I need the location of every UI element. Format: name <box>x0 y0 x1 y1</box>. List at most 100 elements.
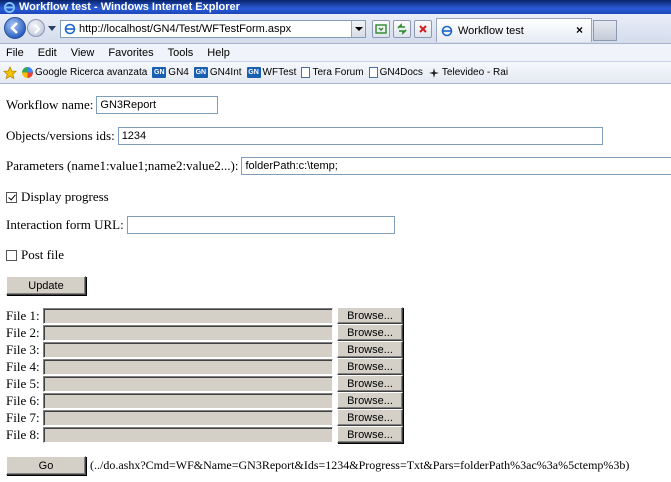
browse-button[interactable]: Browse... <box>337 358 403 375</box>
workflow-name-label: Workflow name: <box>6 97 94 112</box>
file-path-input[interactable] <box>43 426 333 443</box>
address-bar[interactable] <box>60 20 366 38</box>
gn-icon: GN <box>193 67 208 78</box>
parameters-input[interactable] <box>241 157 671 175</box>
tab-workflow-test[interactable]: Workflow test × <box>436 18 592 42</box>
favorites-star-icon[interactable] <box>3 65 17 80</box>
go-button[interactable]: Go <box>6 456 86 475</box>
browse-button[interactable]: Browse... <box>337 341 403 358</box>
interaction-url-input[interactable] <box>126 216 395 234</box>
tab-label: Workflow test <box>458 24 524 37</box>
file-path-input[interactable] <box>43 341 333 358</box>
address-dropdown-button[interactable] <box>351 21 365 37</box>
interaction-url-row: Interaction form URL: <box>6 216 395 234</box>
menu-help[interactable]: Help <box>207 47 230 59</box>
google-icon <box>22 67 33 78</box>
favorite-link-tera-forum[interactable]: Tera Forum <box>301 67 364 78</box>
page-content: Workflow name: Objects/versions ids: Par… <box>0 85 671 482</box>
file-row: File 7: Browse... <box>6 409 403 426</box>
file-label: File 5: <box>6 375 40 391</box>
favorite-link-label: Tera Forum <box>312 67 364 78</box>
favorite-link-wftest[interactable]: GN WFTest <box>246 67 297 78</box>
gn-icon: GN <box>246 67 261 78</box>
favorite-link-gn4[interactable]: GN GN4 <box>152 67 189 78</box>
file-row: File 2: Browse... <box>6 324 403 341</box>
back-button[interactable] <box>4 17 26 39</box>
recent-pages-dropdown-icon[interactable] <box>48 26 56 31</box>
menu-tools[interactable]: Tools <box>168 47 194 59</box>
browse-button[interactable]: Browse... <box>337 409 403 426</box>
browse-button[interactable]: Browse... <box>337 375 403 392</box>
file-path-input[interactable] <box>43 392 333 409</box>
compatibility-icon <box>375 24 387 34</box>
browse-button[interactable]: Browse... <box>337 426 403 443</box>
menu-file[interactable]: File <box>6 47 24 59</box>
menu-bar: File Edit View Favorites Tools Help <box>0 44 671 62</box>
menu-favorites[interactable]: Favorites <box>108 47 153 59</box>
update-button[interactable]: Update <box>6 276 86 295</box>
display-progress-checkbox[interactable] <box>6 191 17 203</box>
file-label: File 2: <box>6 324 40 340</box>
parameters-row: Parameters (name1:value1;name2:value2...… <box>6 157 671 175</box>
stop-button[interactable] <box>414 20 432 38</box>
file-label: File 3: <box>6 341 40 357</box>
browse-button[interactable]: Browse... <box>337 324 403 341</box>
favorite-link-google[interactable]: Google Ricerca avanzata <box>22 67 147 78</box>
file-path-input[interactable] <box>43 409 333 426</box>
menu-edit[interactable]: Edit <box>38 47 57 59</box>
window-title-bar: Workflow test - Windows Internet Explore… <box>0 0 671 14</box>
file-path-input[interactable] <box>43 307 333 324</box>
ie-page-icon <box>64 23 76 35</box>
gn-icon: GN <box>152 67 167 78</box>
file-label: File 8: <box>6 426 40 442</box>
file-path-input[interactable] <box>43 375 333 392</box>
post-file-checkbox[interactable] <box>6 249 17 261</box>
favorite-link-gn4int[interactable]: GN GN4Int <box>193 67 242 78</box>
post-file-row: Post file <box>6 247 64 263</box>
address-input[interactable] <box>79 23 349 35</box>
result-url-text: (../do.ashx?Cmd=WF&Name=GN3Report&Ids=12… <box>90 458 630 472</box>
file-row: File 6: Browse... <box>6 392 403 409</box>
menu-view[interactable]: View <box>71 47 95 59</box>
forward-button[interactable] <box>27 19 45 37</box>
file-label: File 7: <box>6 409 40 425</box>
compatibility-view-button[interactable] <box>372 20 390 38</box>
ids-row: Objects/versions ids: <box>6 127 603 145</box>
favorite-link-label: Televideo - Rai <box>441 67 509 78</box>
refresh-icon <box>397 23 407 35</box>
favorite-link-televideo[interactable]: Televideo - Rai <box>428 67 508 79</box>
browse-button[interactable]: Browse... <box>337 392 403 409</box>
navigation-bar: Workflow test × <box>0 14 671 44</box>
file-path-input[interactable] <box>43 324 333 341</box>
favorites-bar: Google Ricerca avanzata GN GN4 GN GN4Int… <box>0 62 671 84</box>
go-row: Go (../do.ashx?Cmd=WF&Name=GN3Report&Ids… <box>6 456 629 475</box>
post-file-label: Post file <box>21 247 64 262</box>
favorite-link-label: GN4Int <box>209 67 242 78</box>
favorite-link-label: GN4Docs <box>379 67 423 78</box>
file-label: File 4: <box>6 358 40 374</box>
browse-button[interactable]: Browse... <box>337 307 403 324</box>
window-title: Workflow test - Windows Internet Explore… <box>19 1 240 13</box>
tab-close-icon[interactable]: × <box>576 23 583 37</box>
new-tab-button[interactable] <box>593 20 617 41</box>
favorite-link-label: GN4 <box>168 67 189 78</box>
file-row: File 4: Browse... <box>6 358 403 375</box>
ids-label: Objects/versions ids: <box>6 128 115 143</box>
stop-icon <box>419 25 427 33</box>
ids-input[interactable] <box>117 127 603 145</box>
favorite-link-gn4docs[interactable]: GN4Docs <box>368 67 423 78</box>
parameters-label: Parameters (name1:value1;name2:value2...… <box>6 158 239 173</box>
favorite-link-label: Google Ricerca avanzata <box>35 67 148 78</box>
file-label: File 1: <box>6 307 40 323</box>
file-row: File 1: Browse... <box>6 307 403 324</box>
favorite-link-label: WFTest <box>262 67 297 78</box>
back-arrow-icon <box>10 22 18 34</box>
televideo-icon <box>428 67 439 78</box>
file-path-input[interactable] <box>43 358 333 375</box>
workflow-name-row: Workflow name: <box>6 96 219 114</box>
display-progress-row: Display progress <box>6 189 109 205</box>
ie-logo-icon <box>4 1 15 13</box>
workflow-name-input[interactable] <box>96 96 219 114</box>
interaction-url-label: Interaction form URL: <box>6 217 124 232</box>
refresh-button[interactable] <box>393 20 411 38</box>
